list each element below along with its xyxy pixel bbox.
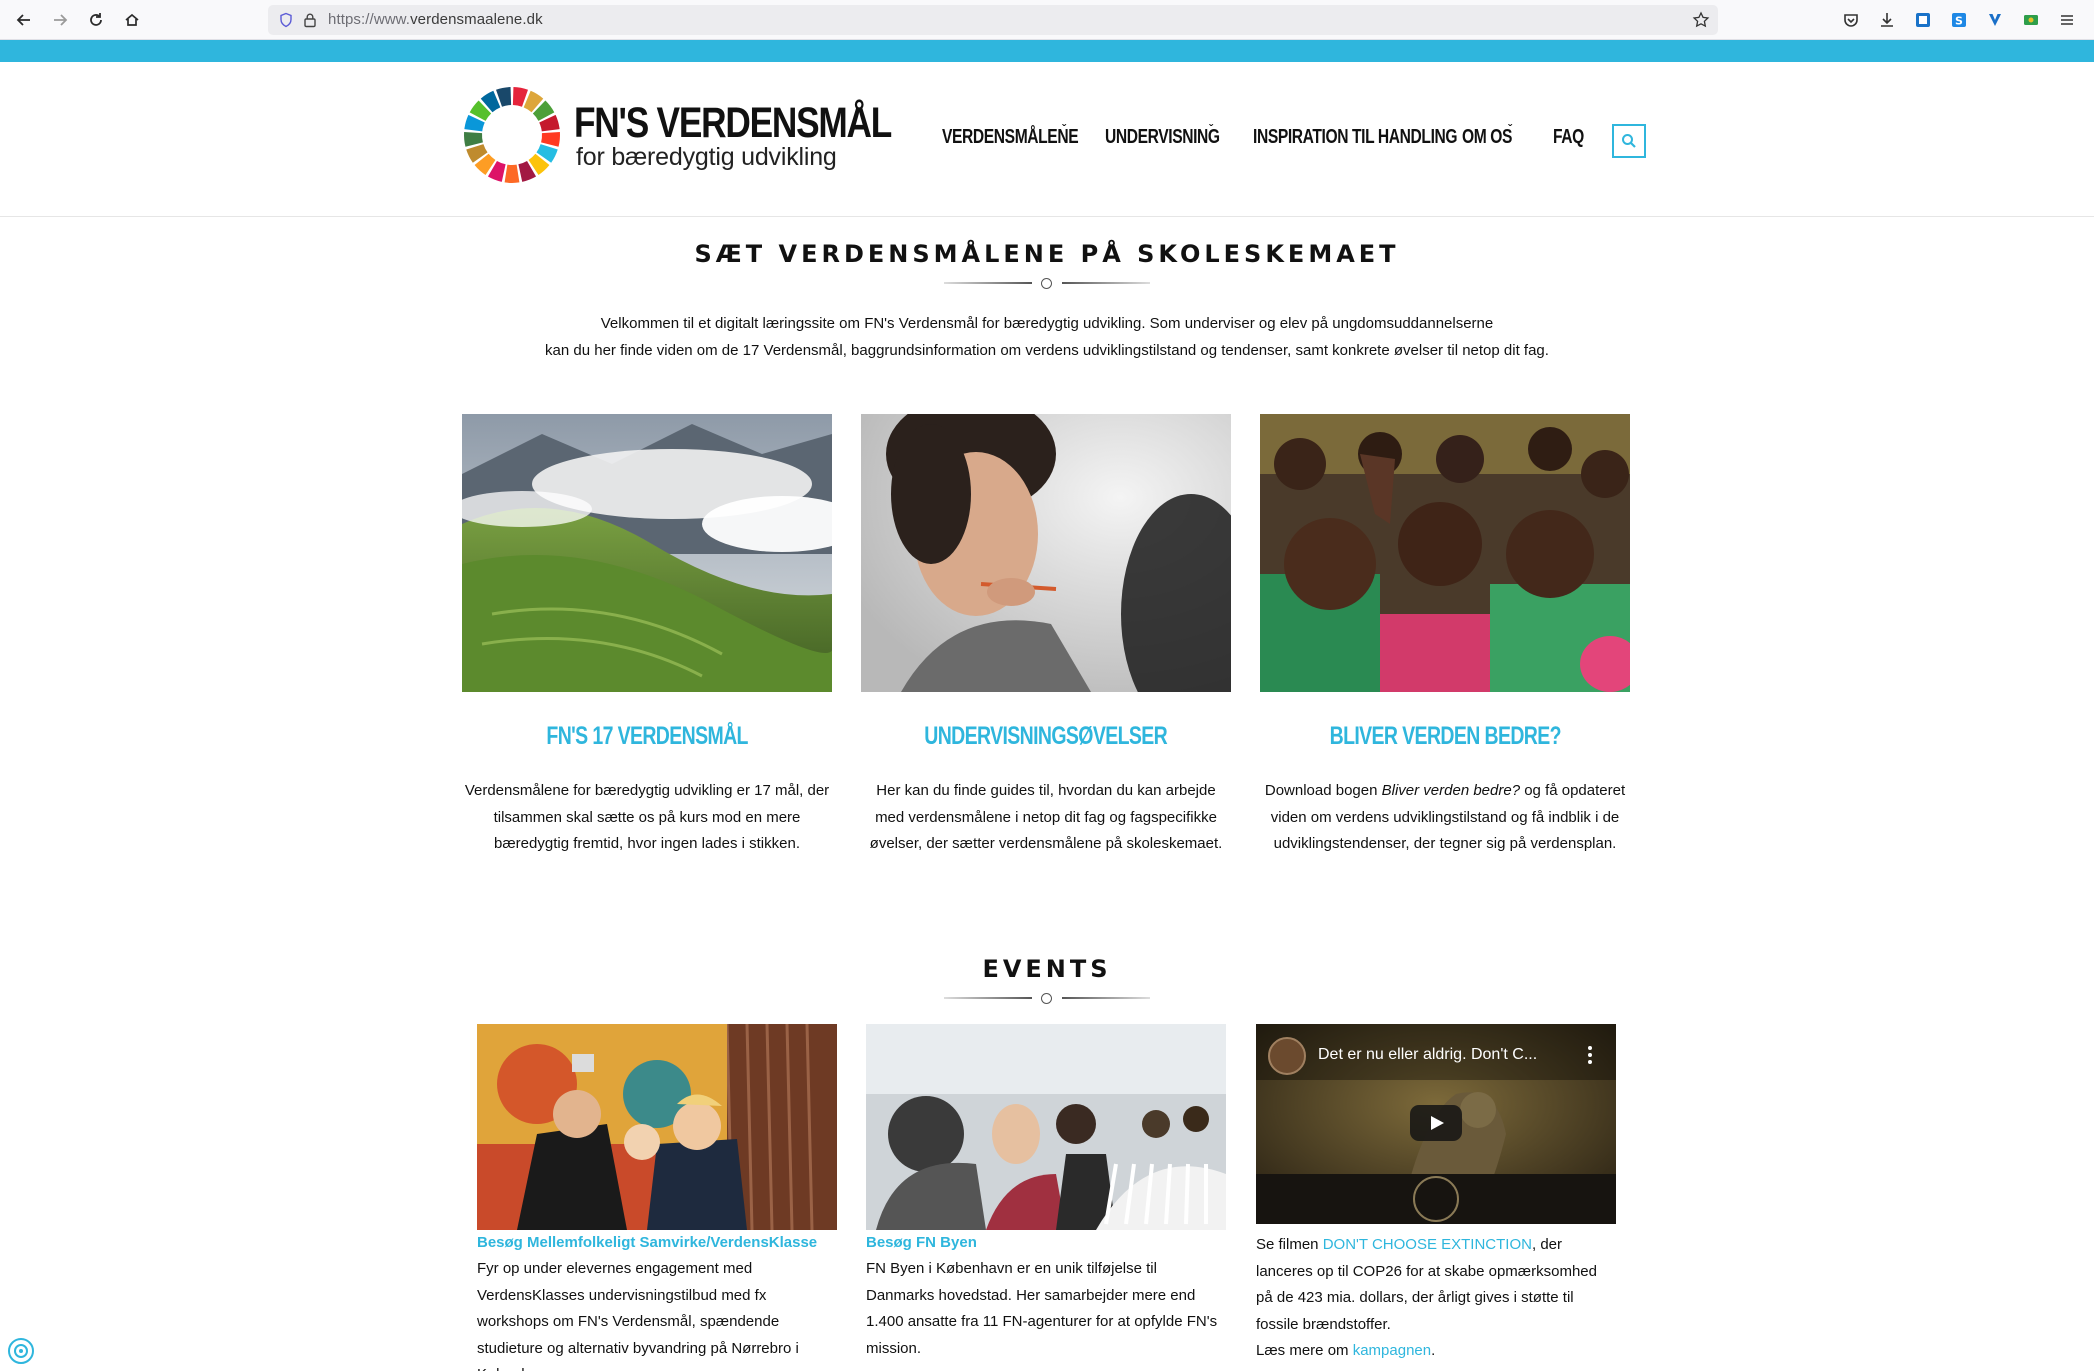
- lock-icon[interactable]: [302, 12, 318, 28]
- site-logo[interactable]: FN'S VERDENSMÅL for bæredygtig udvikling: [462, 85, 892, 189]
- card-title-17-verdensmaal[interactable]: FN'S 17 VERDENSMÅL: [462, 722, 832, 751]
- campaign-link[interactable]: kampagnen: [1353, 1342, 1431, 1359]
- film-link[interactable]: DON'T CHOOSE EXTINCTION: [1323, 1236, 1532, 1253]
- forward-icon[interactable]: [48, 8, 72, 32]
- video-player[interactable]: Det er nu eller aldrig. Don't C...: [1256, 1024, 1616, 1224]
- card-image-children[interactable]: [1260, 414, 1630, 692]
- event-text-fn-byen: FN Byen i København er en unik tilføjels…: [866, 1260, 1218, 1357]
- logo-subtitle: for bæredygtig udvikling: [576, 143, 837, 171]
- home-icon[interactable]: [120, 8, 144, 32]
- nav-item-faq[interactable]: FAQ: [1553, 126, 1584, 149]
- nav-item-verdensmaalene[interactable]: VERDENSMÅLENE: [942, 126, 1079, 149]
- nav-item-om-os[interactable]: OM OS: [1462, 126, 1512, 149]
- event-link-fn-byen[interactable]: Besøg FN Byen: [866, 1234, 977, 1251]
- card-text-17-verdensmaal: Verdensmålene for bæredygtig udvikling e…: [464, 782, 830, 852]
- browser-toolbar: https://www.verdensmaalene.dk S: [0, 0, 2094, 40]
- url-bar[interactable]: https://www.verdensmaalene.dk: [268, 5, 1718, 35]
- chevron-down-icon[interactable]: ˇ: [1508, 122, 1512, 136]
- card-title-undervisningsovelser[interactable]: UNDERVISNINGSØVELSER: [861, 722, 1231, 751]
- nav-item-undervisning[interactable]: UNDERVISNING: [1105, 126, 1220, 149]
- chevron-down-icon[interactable]: ˇ: [1062, 122, 1066, 136]
- extension-s-icon[interactable]: S: [1948, 9, 1970, 31]
- extension-blue-square-icon[interactable]: [1912, 9, 1934, 31]
- channel-avatar[interactable]: [1268, 1037, 1306, 1075]
- back-icon[interactable]: [12, 8, 36, 32]
- event-link-verdensklasse[interactable]: Besøg Mellemfolkeligt Samvirke/VerdensKl…: [477, 1234, 817, 1251]
- card-title-bliver-verden-bedre[interactable]: BLIVER VERDEN BEDRE?: [1260, 722, 1630, 751]
- shield-icon[interactable]: [278, 12, 294, 28]
- event-text-video: Se filmen DON'T CHOOSE EXTINCTION, der l…: [1256, 1236, 1597, 1359]
- accessibility-widget-icon[interactable]: [6, 1336, 36, 1366]
- sdg-wheel-icon: [463, 87, 561, 184]
- events-divider: [944, 991, 1150, 1005]
- play-button[interactable]: [1410, 1105, 1462, 1141]
- events-title: EVENTS: [982, 955, 1112, 983]
- more-options-icon[interactable]: [1588, 1046, 1592, 1064]
- event-text-verdensklasse: Fyr op under elevernes engagement med Ve…: [477, 1260, 799, 1371]
- search-button[interactable]: [1612, 124, 1646, 158]
- url-text: https://www.verdensmaalene.dk: [328, 11, 543, 28]
- search-icon: [1622, 134, 1636, 148]
- chevron-down-icon[interactable]: ˇ: [1209, 122, 1213, 136]
- bookmark-star-icon[interactable]: [1692, 11, 1710, 29]
- page-title: SÆT VERDENSMÅLENE PÅ SKOLESKEMAET: [694, 240, 1400, 268]
- video-title[interactable]: Det er nu eller aldrig. Don't C...: [1318, 1046, 1537, 1064]
- card-text-bliver-verden-bedre: Download bogen Bliver verden bedre? og f…: [1264, 782, 1626, 852]
- card-text-undervisningsovelser: Her kan du finde guides til, hvordan du …: [869, 782, 1223, 852]
- intro-text: Velkommen til et digitalt læringssite om…: [545, 315, 1549, 359]
- download-icon[interactable]: [1876, 9, 1898, 31]
- reload-icon[interactable]: [84, 8, 108, 32]
- extension-v-icon[interactable]: [1984, 9, 2006, 31]
- nav-item-inspiration[interactable]: INSPIRATION TIL HANDLING: [1253, 126, 1458, 149]
- menu-icon[interactable]: [2056, 9, 2078, 31]
- book-title: Bliver verden bedre?: [1381, 782, 1521, 799]
- logo-title: FN'S VERDENSMÅL: [574, 99, 892, 147]
- card-image-mountains[interactable]: [462, 414, 832, 692]
- top-accent-stripe: [0, 40, 2094, 62]
- extension-green-icon[interactable]: [2020, 9, 2042, 31]
- event-image-fn-byen[interactable]: [866, 1024, 1226, 1230]
- event-image-selfie[interactable]: [477, 1024, 837, 1230]
- svg-text:S: S: [1955, 15, 1963, 28]
- pocket-icon[interactable]: [1840, 9, 1862, 31]
- card-image-student[interactable]: [861, 414, 1231, 692]
- title-divider: [944, 276, 1150, 290]
